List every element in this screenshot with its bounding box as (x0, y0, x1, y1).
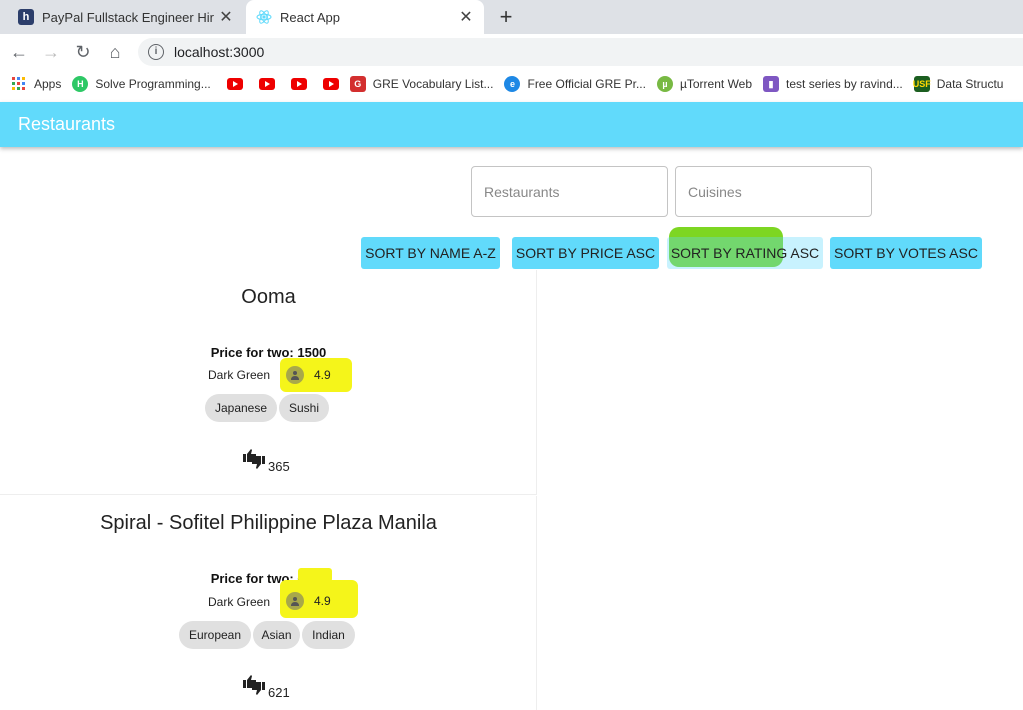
bookmark-test-series[interactable]: ▮ test series by ravind... (763, 76, 903, 92)
restaurant-name: Ooma (241, 286, 296, 308)
ets-icon: e (504, 76, 521, 92)
cuisine-chip: Indian (302, 621, 355, 649)
bookmarks-bar: Apps H Solve Programming... G GRE Vocabu… (0, 70, 1023, 98)
tab-title: PayPal Fullstack Engineer Hiring ( (42, 9, 214, 25)
bookmark-utorrent[interactable]: µ µTorrent Web (656, 76, 753, 92)
bookmark-data-structures[interactable]: USF Data Structu (913, 76, 1004, 92)
rating-chip: 4.9 (280, 361, 338, 389)
usf-icon: USF (913, 76, 931, 92)
utorrent-icon: µ (656, 76, 673, 92)
tab-paypal[interactable]: h PayPal Fullstack Engineer Hiring ( ✕ (8, 0, 244, 34)
bookmark-apps[interactable]: Apps (11, 76, 61, 92)
person-icon (286, 592, 304, 610)
restaurant-card: Spiral - Sofitel Philippine Plaza Manila… (0, 496, 537, 710)
rating-value: 4.9 (314, 594, 331, 608)
app-bar: Restaurants (0, 102, 1023, 147)
bookmark-label: GRE Vocabulary List... (372, 77, 494, 91)
cuisine-chip: Japanese (205, 394, 277, 422)
bookmark-gre-practice[interactable]: e Free Official GRE Pr... (504, 76, 646, 92)
close-icon[interactable]: ✕ (454, 7, 478, 27)
new-tab-button[interactable]: + (494, 5, 518, 29)
bookmark-gre-vocabulary[interactable]: G GRE Vocabulary List... (349, 76, 494, 92)
rating-value: 4.9 (314, 368, 331, 382)
bookmark-solve-programming[interactable]: H Solve Programming... (72, 76, 211, 92)
tab-strip: h PayPal Fullstack Engineer Hiring ( ✕ R… (0, 0, 1023, 34)
sort-name-button[interactable]: SORT BY NAME A-Z (361, 237, 500, 269)
hackerrank-icon: H (72, 76, 89, 92)
vocab-icon: G (349, 76, 366, 92)
price-for-two: Price for two: 1500 (210, 345, 327, 360)
thumbs-up-down-icon (242, 448, 266, 475)
rating-text: Dark Green (208, 368, 271, 382)
browser-chrome: h PayPal Fullstack Engineer Hiring ( ✕ R… (0, 0, 1023, 102)
votes-count: 621 (268, 685, 290, 700)
card-divider (0, 494, 537, 495)
cuisine-chip: Sushi (279, 394, 329, 422)
reload-icon[interactable]: ↻ (71, 40, 95, 64)
youtube-icon[interactable] (226, 78, 243, 90)
rating-chip: 4.9 (280, 587, 338, 615)
rating-text: Dark Green (208, 595, 271, 609)
tab-react-app[interactable]: React App ✕ (246, 0, 484, 34)
votes-count: 365 (268, 459, 290, 474)
bookmark-label: µTorrent Web (679, 77, 753, 91)
youtube-icon[interactable] (290, 78, 307, 90)
bookmark-label: Free Official GRE Pr... (527, 77, 646, 91)
tab-title: React App (280, 9, 340, 25)
home-icon[interactable]: ⌂ (103, 40, 127, 64)
thumbs-up-down-icon (242, 674, 266, 701)
price-for-two: Price for two: 6000 (210, 571, 327, 586)
sort-rating-button[interactable]: SORT BY RATING ASC (667, 237, 823, 269)
react-icon (256, 9, 272, 25)
bookmark-label: Data Structu (936, 77, 1004, 91)
person-icon (286, 366, 304, 384)
sort-votes-button[interactable]: SORT BY VOTES ASC (830, 237, 982, 269)
apps-grid-icon (11, 76, 27, 92)
youtube-icon[interactable] (322, 78, 339, 90)
hackerearth-favicon-icon: h (18, 9, 34, 25)
url-bar[interactable]: i localhost:3000 (138, 38, 1023, 66)
url-text: localhost:3000 (174, 44, 265, 60)
bookmark-label: Apps (34, 77, 62, 91)
forward-icon[interactable]: → (39, 40, 63, 64)
bookmark-label: Solve Programming... (95, 77, 211, 91)
restaurants-search-input[interactable] (471, 166, 668, 217)
restaurant-card: Ooma Price for two: 1500 Dark Green 4.9 … (0, 270, 537, 495)
bookmark-label: test series by ravind... (786, 77, 903, 91)
youtube-icon[interactable] (258, 78, 275, 90)
address-bar-row: ← → ↻ ⌂ i localhost:3000 (0, 34, 1023, 70)
back-icon[interactable]: ← (7, 40, 31, 64)
cuisine-chip: European (179, 621, 251, 649)
close-icon[interactable]: ✕ (214, 7, 238, 27)
sort-price-button[interactable]: SORT BY PRICE ASC (512, 237, 659, 269)
info-icon[interactable]: i (148, 44, 164, 60)
restaurant-name: Spiral - Sofitel Philippine Plaza Manila (100, 512, 437, 534)
cuisines-search-input[interactable] (675, 166, 872, 217)
book-icon: ▮ (763, 76, 780, 92)
app-title: Restaurants (18, 114, 116, 134)
cuisine-chip: Asian (253, 621, 300, 649)
